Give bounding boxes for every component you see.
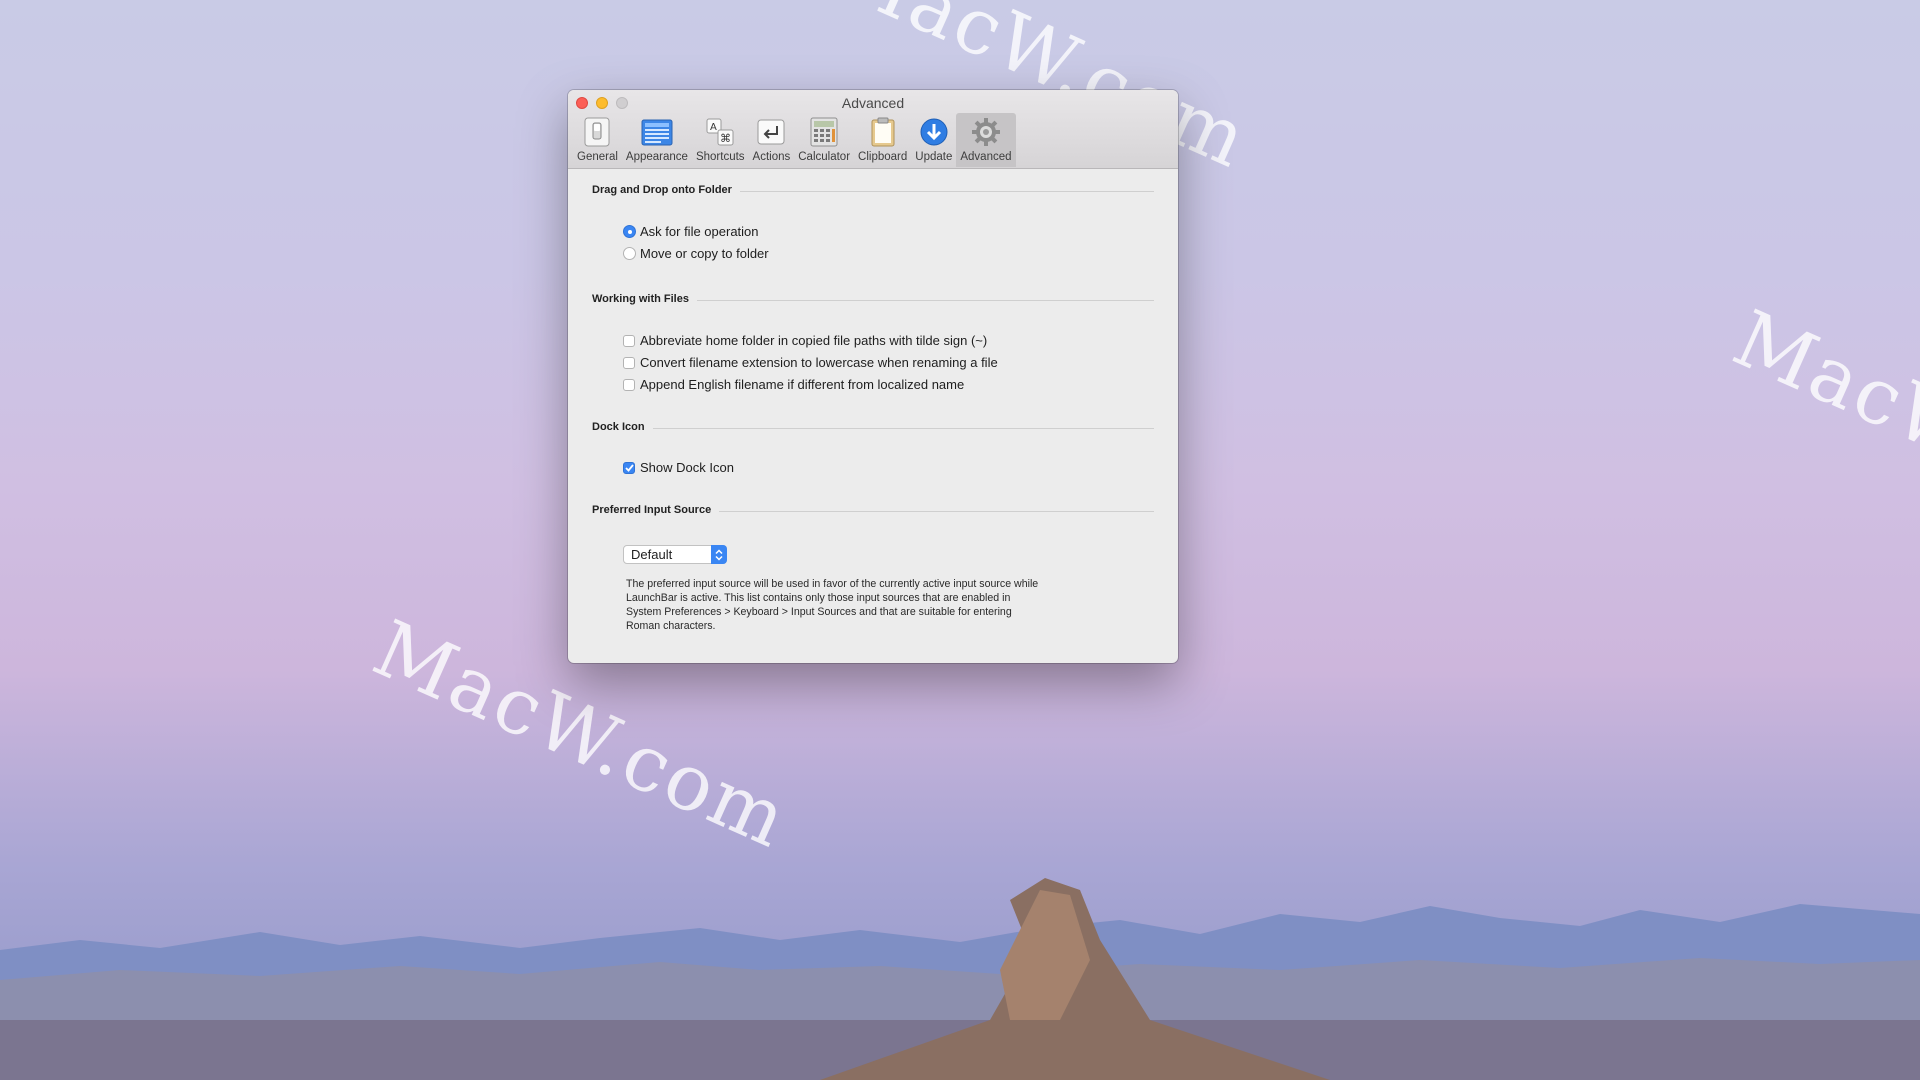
tab-label: Actions: [752, 151, 791, 163]
appearance-icon: [641, 116, 673, 148]
window-title: Advanced: [841, 95, 905, 111]
preferences-toolbar: General Appearance A ⌘ Shortcuts Actions…: [573, 113, 1016, 167]
landscape-background: [0, 878, 1920, 1080]
option-label: Abbreviate home folder in copied file pa…: [640, 333, 988, 348]
calculator-icon: [808, 116, 840, 148]
section-title: Dock Icon: [592, 421, 645, 433]
radio-button[interactable]: [623, 247, 636, 260]
checkbox[interactable]: [623, 356, 635, 369]
section-header-drag-drop: Drag and Drop onto Folder: [592, 184, 1154, 196]
clipboard-icon: [867, 116, 899, 148]
option-label: Convert filename extension to lowercase …: [640, 355, 998, 370]
tab-label: Appearance: [625, 151, 688, 163]
tab-label: Clipboard: [858, 151, 908, 163]
section-header-input-source: Preferred Input Source: [592, 504, 1154, 516]
tab-general[interactable]: General: [573, 113, 622, 167]
gear-icon: [970, 116, 1002, 148]
option-label: Move or copy to folder: [640, 246, 769, 261]
window-titlebar: Advanced General Appearance A ⌘ Shortcut…: [568, 90, 1178, 169]
section-divider: [739, 191, 1154, 192]
option-label: Show Dock Icon: [640, 460, 734, 475]
tab-clipboard[interactable]: Clipboard: [854, 113, 911, 167]
section-title: Working with Files: [592, 293, 689, 305]
input-source-description: The preferred input source will be used …: [626, 578, 1039, 632]
checkbox[interactable]: [623, 334, 635, 347]
section-header-dock-icon: Dock Icon: [592, 421, 1154, 433]
tab-actions[interactable]: Actions: [749, 113, 795, 167]
option-label: Append English filename if different fro…: [640, 377, 965, 392]
section-title: Drag and Drop onto Folder: [592, 184, 732, 196]
option-label: Ask for file operation: [640, 224, 759, 239]
shortcuts-icon: A ⌘: [704, 116, 736, 148]
tab-shortcuts[interactable]: A ⌘ Shortcuts: [692, 113, 749, 167]
tab-update[interactable]: Update: [911, 113, 956, 167]
checkbox-lowercase-extension[interactable]: Convert filename extension to lowercase …: [623, 355, 998, 370]
preferences-window: Advanced General Appearance A ⌘ Shortcut…: [568, 90, 1178, 663]
watermark: MacW.com: [1720, 294, 1920, 556]
tab-label: Calculator: [798, 151, 851, 163]
tab-label: Shortcuts: [695, 151, 745, 163]
section-header-working-files: Working with Files: [592, 293, 1154, 305]
checkbox-show-dock-icon[interactable]: Show Dock Icon: [623, 460, 734, 475]
actions-icon: [755, 116, 787, 148]
tab-label: Update: [915, 151, 953, 163]
checkmark-icon: [624, 463, 634, 472]
checkbox-checked[interactable]: [623, 461, 635, 474]
update-download-icon: [918, 116, 950, 148]
section-divider: [652, 428, 1154, 429]
checkbox-append-english-filename[interactable]: Append English filename if different fro…: [623, 377, 964, 392]
checkbox-abbreviate-home[interactable]: Abbreviate home folder in copied file pa…: [623, 333, 987, 348]
chevron-up-down-icon[interactable]: [711, 545, 727, 564]
tab-appearance[interactable]: Appearance: [622, 113, 692, 167]
select-value: Default: [631, 547, 673, 562]
tab-label: Advanced: [960, 151, 1012, 163]
svg-text:A: A: [710, 122, 717, 133]
tab-calculator[interactable]: Calculator: [794, 113, 854, 167]
svg-text:⌘: ⌘: [720, 132, 731, 145]
checkbox[interactable]: [623, 378, 635, 391]
tab-advanced[interactable]: Advanced: [956, 113, 1016, 167]
section-divider: [719, 511, 1154, 512]
radio-button-selected[interactable]: [623, 225, 636, 238]
radio-move-or-copy[interactable]: Move or copy to folder: [623, 246, 769, 261]
radio-ask-file-operation[interactable]: Ask for file operation: [623, 224, 759, 239]
section-divider: [696, 300, 1154, 301]
input-source-select[interactable]: Default: [623, 545, 727, 564]
tab-label: General: [577, 151, 618, 163]
general-switch-icon: [581, 116, 613, 148]
section-title: Preferred Input Source: [592, 504, 712, 516]
desktop: MacW.com MacW.com MacW.com Advanced Gene…: [0, 0, 1920, 1080]
